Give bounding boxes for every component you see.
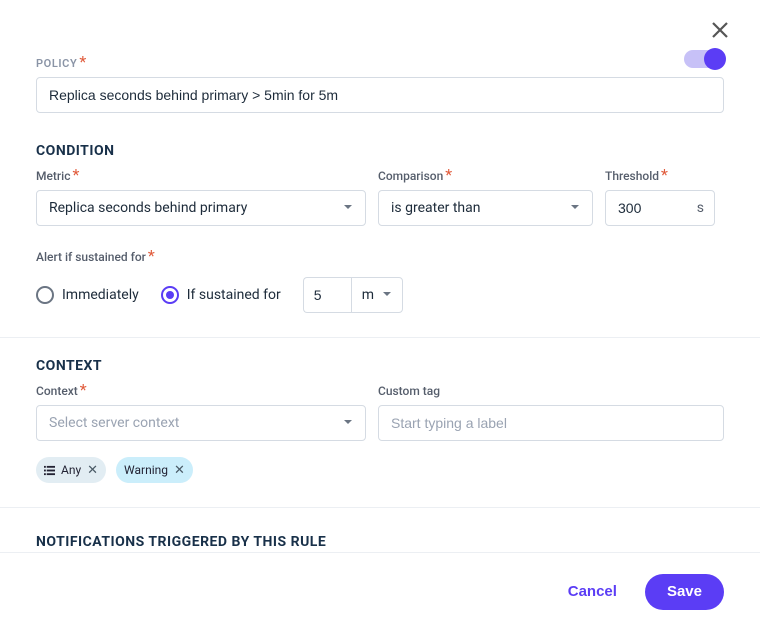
custom-tag-label: Custom tag <box>378 384 440 398</box>
context-select[interactable]: Select server context <box>36 405 366 441</box>
sustain-unit-select[interactable]: m <box>351 277 403 313</box>
chip-warning[interactable]: Warning ✕ <box>116 457 193 483</box>
required-mark: * <box>148 246 155 265</box>
sustain-value-input[interactable] <box>303 277 351 313</box>
chevron-down-icon <box>343 415 353 431</box>
required-mark: * <box>72 165 79 184</box>
chip-label: Any <box>61 463 81 477</box>
policy-modal: POLICY* CONDITION Metric* Replica second… <box>0 0 760 630</box>
context-label: Context <box>36 384 78 398</box>
threshold-unit: s <box>697 200 704 216</box>
threshold-input[interactable] <box>618 200 687 216</box>
chip-remove-icon[interactable]: ✕ <box>87 464 98 477</box>
policy-label: POLICY <box>36 57 77 70</box>
sustain-label: Alert if sustained for <box>36 250 146 264</box>
chip-remove-icon[interactable]: ✕ <box>174 464 185 477</box>
cancel-button[interactable]: Cancel <box>562 582 623 601</box>
required-mark: * <box>445 165 452 184</box>
chip-label: Warning <box>124 463 168 477</box>
list-icon <box>44 465 55 476</box>
threshold-label: Threshold <box>605 169 659 183</box>
divider <box>0 507 760 508</box>
required-mark: * <box>80 380 87 399</box>
chevron-down-icon <box>343 200 353 216</box>
radio-sustained-label[interactable]: If sustained for <box>187 287 281 303</box>
context-placeholder: Select server context <box>49 415 179 431</box>
close-button[interactable] <box>708 18 732 42</box>
close-icon <box>708 27 732 46</box>
metric-select[interactable]: Replica seconds behind primary <box>36 190 366 226</box>
chevron-down-icon <box>382 287 392 303</box>
divider <box>0 337 760 338</box>
chevron-down-icon <box>570 200 580 216</box>
radio-immediately-label[interactable]: Immediately <box>62 287 139 303</box>
condition-title: CONDITION <box>36 143 724 159</box>
metric-label: Metric <box>36 169 70 183</box>
save-button[interactable]: Save <box>645 574 724 610</box>
toggle-knob <box>704 48 726 70</box>
policy-enabled-toggle[interactable] <box>684 50 724 68</box>
context-title: CONTEXT <box>36 358 724 374</box>
sustain-unit-value: m <box>362 287 374 303</box>
notifications-title: NOTIFICATIONS TRIGGERED BY THIS RULE <box>36 534 724 550</box>
comparison-value: is greater than <box>391 200 480 216</box>
metric-value: Replica seconds behind primary <box>49 200 247 216</box>
footer: Cancel Save <box>0 552 760 630</box>
radio-immediately[interactable] <box>36 286 54 304</box>
comparison-select[interactable]: is greater than <box>378 190 593 226</box>
radio-sustained[interactable] <box>161 286 179 304</box>
comparison-label: Comparison <box>378 169 443 183</box>
required-mark: * <box>661 165 668 184</box>
policy-name-input[interactable] <box>36 77 724 113</box>
custom-tag-input[interactable] <box>378 405 724 441</box>
required-mark: * <box>79 52 86 71</box>
chip-any[interactable]: Any ✕ <box>36 457 106 483</box>
